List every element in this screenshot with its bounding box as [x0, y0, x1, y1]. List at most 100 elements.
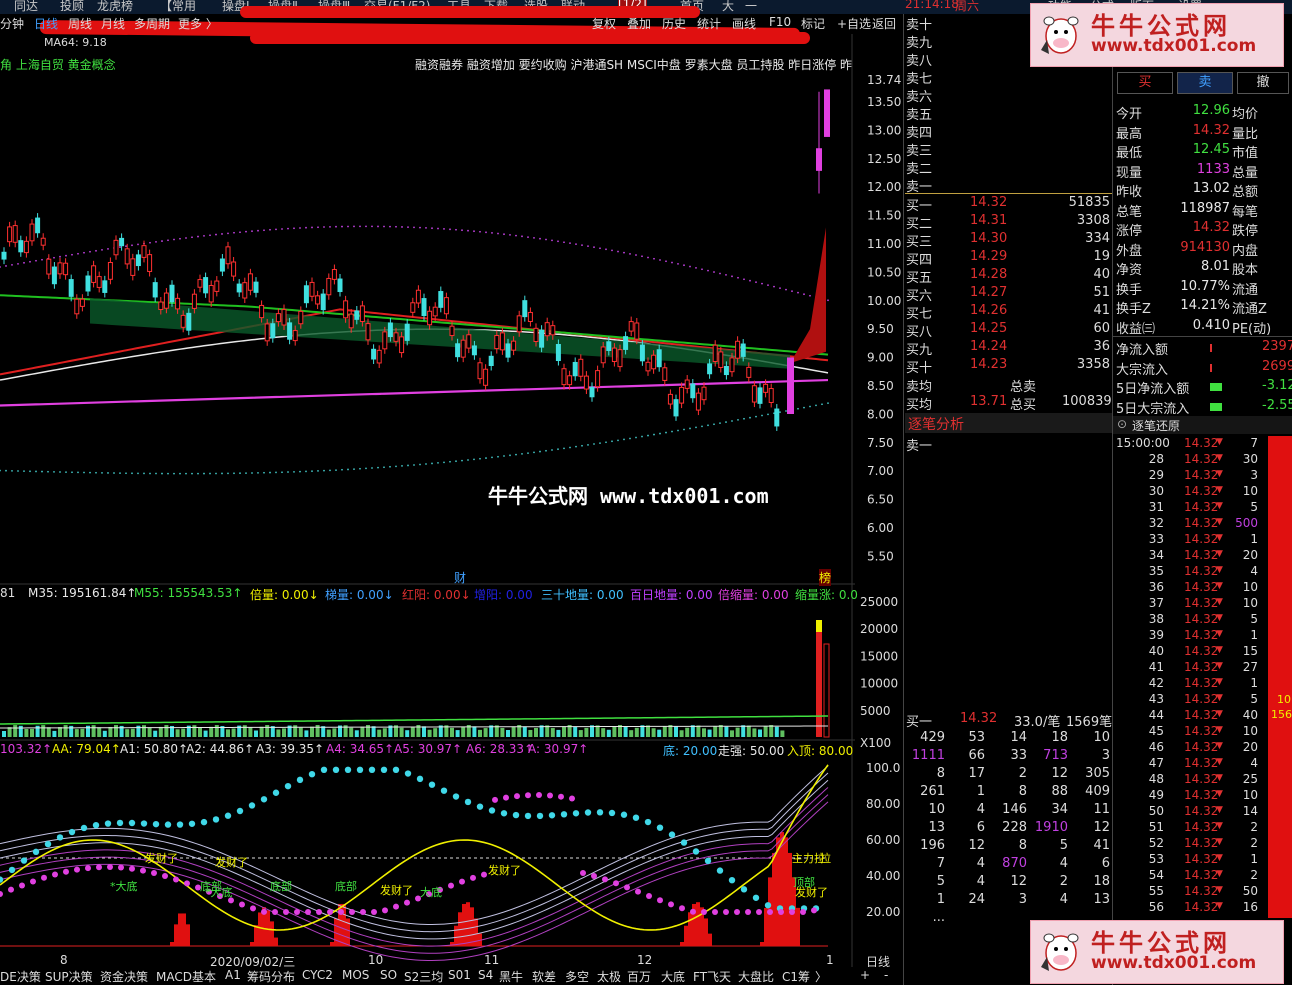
top-menu-item[interactable]: 龙虎榜	[97, 0, 133, 14]
candle-body	[499, 332, 505, 351]
candle-body	[617, 349, 623, 368]
indicator-tab[interactable]: A1	[225, 968, 241, 982]
buy-level-price[interactable]: 14.26	[970, 303, 1007, 318]
indicator-tab[interactable]: CYC2	[302, 968, 333, 982]
tick-price: 14.32	[1184, 628, 1219, 642]
indicator-tab[interactable]: FT飞天	[693, 968, 731, 985]
indicator-tab[interactable]: S4	[478, 968, 493, 982]
flow-value: -3.12	[1262, 378, 1292, 393]
tick-grid-cell: 11	[1093, 802, 1110, 817]
top-menu-item[interactable]: 一	[745, 0, 757, 14]
indicator-tab[interactable]: 大底	[661, 968, 685, 985]
band-dot	[437, 227, 439, 230]
buy-level-price[interactable]: 14.30	[970, 231, 1007, 246]
period-tab[interactable]: 月线	[101, 15, 125, 32]
tick-grid-cell: 13	[928, 820, 945, 835]
indicator-tab[interactable]: 资金决策	[100, 968, 148, 985]
date-tick: 11	[484, 953, 500, 967]
period-tab[interactable]: 日线	[34, 15, 58, 32]
indicator-tab[interactable]: 太极	[597, 968, 621, 985]
band-dot	[233, 231, 235, 234]
indicator-tab[interactable]: 筹码分布	[247, 968, 295, 985]
histogram-bar	[696, 902, 700, 946]
period-tab[interactable]: 多周期	[134, 15, 170, 32]
chart-toolbar-item[interactable]: 历史	[662, 15, 686, 32]
band-dot	[227, 232, 229, 235]
histogram-bar	[274, 937, 278, 946]
indicator-tab[interactable]: 大盘比	[738, 968, 774, 985]
band-dot	[545, 449, 547, 452]
buy-level-price[interactable]: 14.25	[970, 321, 1007, 336]
indicator-tab[interactable]: S2三均	[404, 968, 443, 985]
histogram-bar	[182, 913, 186, 946]
tick-volume: 50	[1242, 884, 1258, 898]
volume-bar	[679, 730, 684, 737]
top-menu-item[interactable]: 同达	[14, 0, 38, 14]
candle-body	[729, 357, 735, 373]
chart-toolbar-item[interactable]: 复权	[592, 15, 616, 32]
finance-marker[interactable]: 财	[454, 569, 466, 586]
buy-level-price[interactable]: 14.23	[970, 357, 1007, 372]
top-menu-item[interactable]: 【常用	[160, 0, 196, 14]
indicator-tab[interactable]: DE决策	[0, 968, 41, 985]
band-dot	[401, 226, 403, 228]
buy-level-price[interactable]: 14.32	[970, 195, 1007, 210]
billboard-marker[interactable]: 榜	[819, 569, 832, 586]
buy-level-price[interactable]: 14.27	[970, 285, 1007, 300]
tick-volume: 1	[1250, 628, 1258, 642]
up-arrow-icon: ▼	[1216, 741, 1223, 751]
oscillator-dot	[272, 909, 278, 915]
indicator-tab[interactable]: 软差	[532, 968, 556, 985]
period-tab[interactable]: 更多 〉	[178, 15, 218, 32]
buy-level-price[interactable]: 14.29	[970, 249, 1007, 264]
oscillator-dot	[382, 907, 388, 914]
top-menu-item[interactable]: 投顾	[60, 0, 84, 14]
top-menu-item[interactable]: 大	[722, 0, 734, 14]
chart-toolbar-item[interactable]: 统计	[697, 15, 721, 32]
buy-button[interactable]: 买	[1117, 72, 1173, 94]
indicator-tab[interactable]: S01	[448, 968, 471, 982]
indicator-tab[interactable]: +	[860, 968, 870, 982]
buy-level-price[interactable]: 14.28	[970, 267, 1007, 282]
collapse-icon[interactable]: ⊙	[1117, 417, 1127, 431]
chart-toolbar-item[interactable]: 返回	[872, 15, 896, 32]
period-tab[interactable]: 周线	[68, 15, 92, 32]
band-dot	[323, 226, 325, 228]
indicator-tab[interactable]: 百万	[627, 968, 651, 985]
chart-canvas[interactable]: 13.74 13.50 13.00 12.50 12.00 11.50 11.00 10.50…	[0, 34, 905, 967]
indicator-tab[interactable]: C1筹	[782, 968, 810, 985]
histogram-bar	[454, 925, 458, 946]
indicator-tab[interactable]: MOS	[342, 968, 369, 982]
buy-level-price[interactable]: 14.24	[970, 339, 1007, 354]
indicator-tab[interactable]: 黑牛	[499, 968, 523, 985]
tick-restore-title[interactable]: 逐笔还原	[1132, 417, 1180, 434]
indicator-tab[interactable]: 多空	[565, 968, 589, 985]
indicator-tab[interactable]: MACD基本	[156, 968, 216, 985]
oscillator-dot	[692, 848, 700, 855]
oscillator-dot	[428, 781, 436, 788]
indicator-tab[interactable]: SUP决策	[45, 968, 93, 985]
volume-bar	[74, 729, 79, 737]
indicator-tab[interactable]: SO	[380, 968, 397, 982]
buy-level-price[interactable]: 14.31	[970, 213, 1007, 228]
chart-toolbar-item[interactable]: +自选	[837, 15, 871, 32]
oscillator-dot	[632, 814, 640, 821]
period-tab[interactable]: 分钟	[0, 15, 24, 32]
tick-analysis-title[interactable]: 逐笔分析	[908, 414, 964, 434]
price-tick-label: 8.50	[867, 379, 894, 393]
oscillator-dot	[635, 888, 641, 895]
chart-toolbar-item[interactable]: 叠加	[627, 15, 651, 32]
top-menu-item[interactable]: 21:14:18	[905, 0, 959, 11]
tick-grid-cell: 429	[920, 730, 945, 745]
band-dot	[29, 470, 31, 473]
chart-toolbar-item[interactable]: 画线	[732, 15, 756, 32]
indicator-tab[interactable]: -	[884, 968, 888, 982]
oscillator-dot	[236, 807, 244, 815]
band-dot	[485, 231, 487, 234]
cancel-button[interactable]: 撤	[1237, 72, 1289, 94]
chart-toolbar-item[interactable]: 标记	[801, 15, 825, 32]
sell-button[interactable]: 卖	[1177, 72, 1233, 94]
indicator-tab[interactable]: 〉	[815, 968, 827, 985]
top-menu-item[interactable]: 周六	[955, 0, 979, 14]
chart-toolbar-item[interactable]: F10	[769, 15, 791, 29]
